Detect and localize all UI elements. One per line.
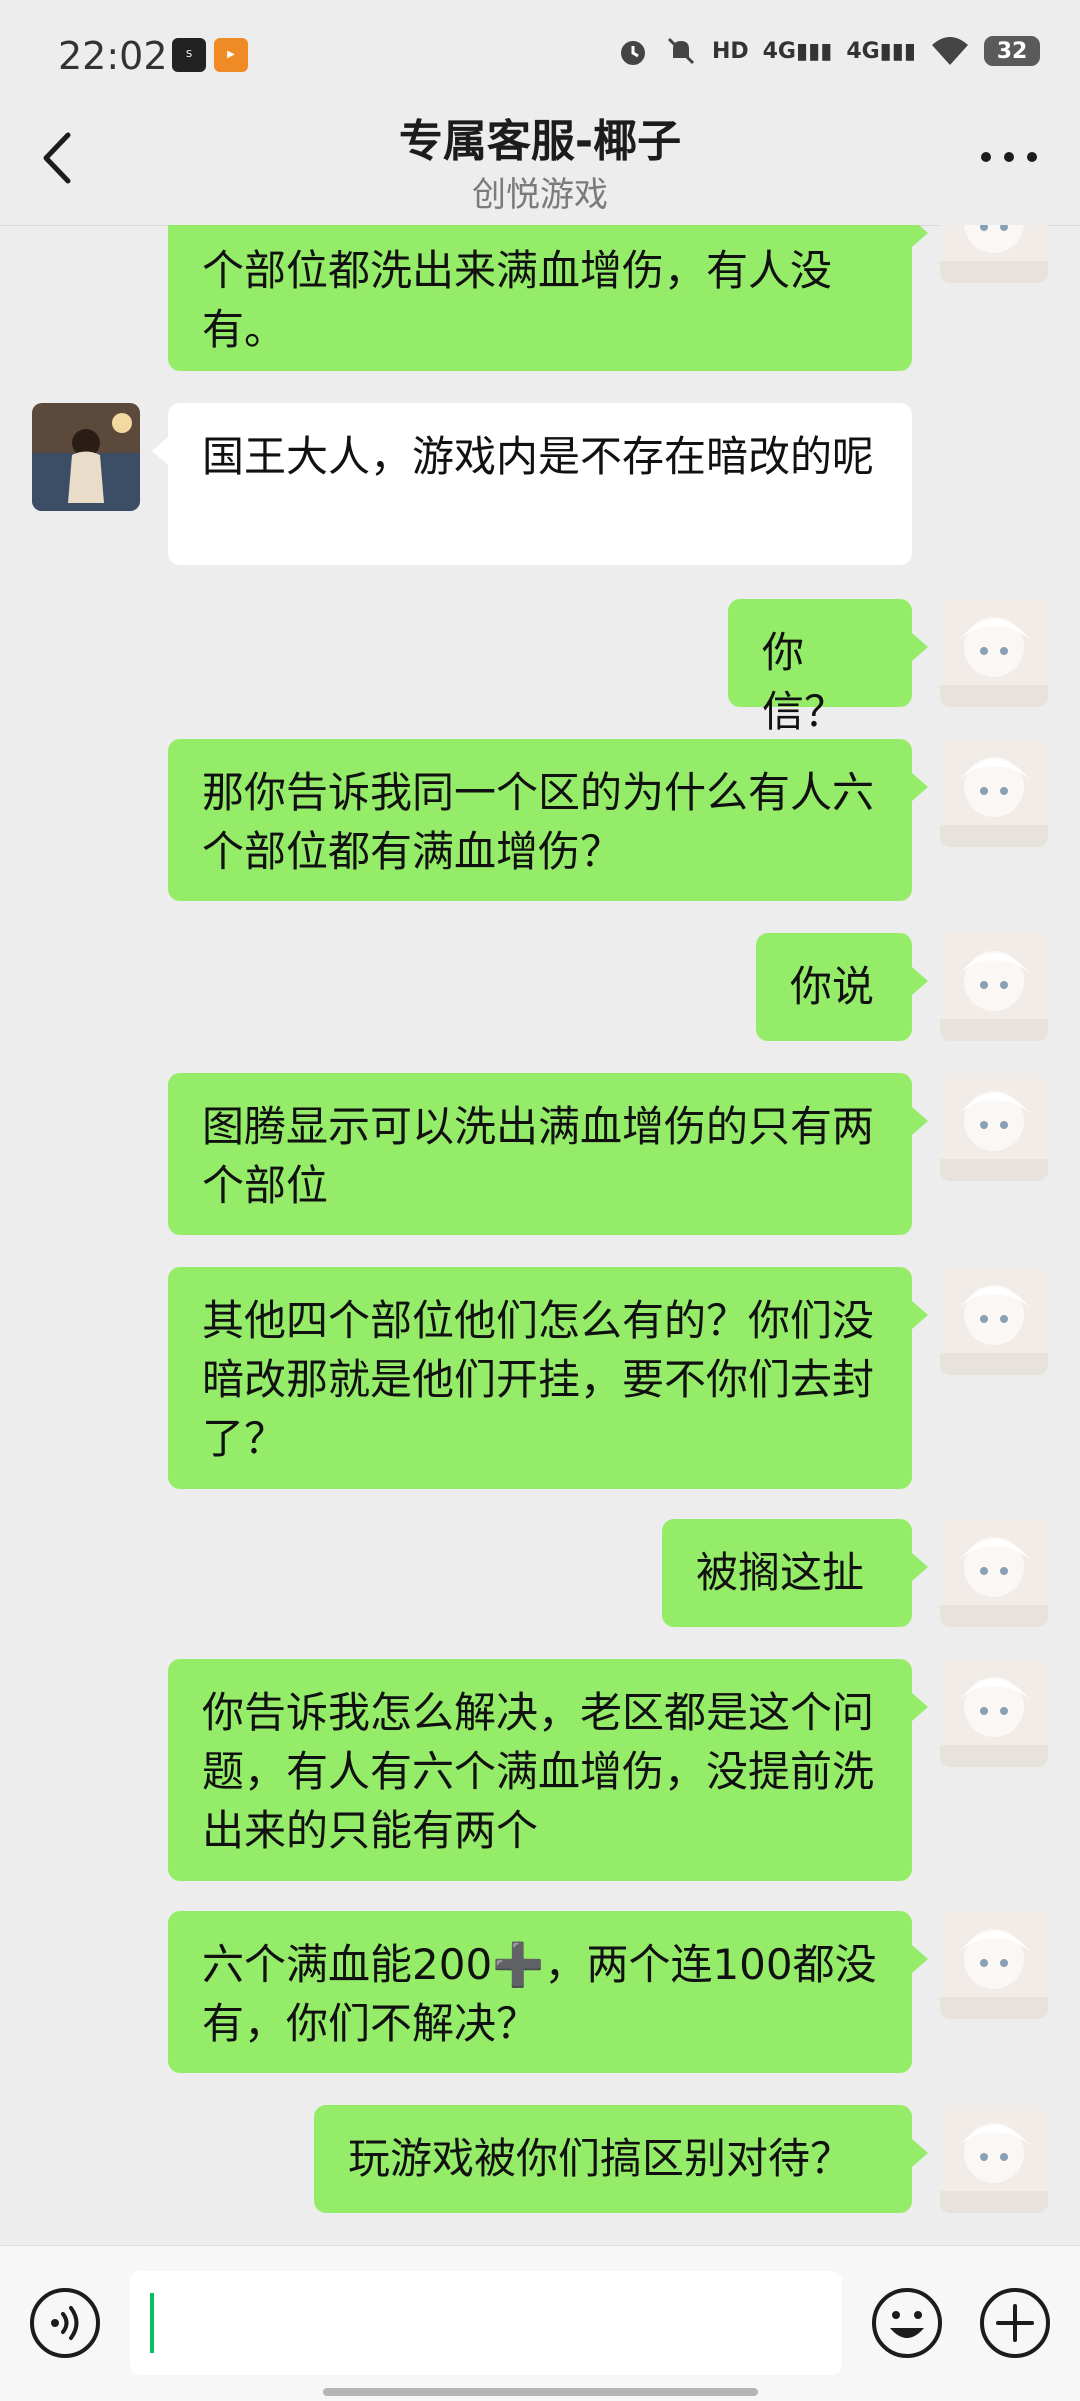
message-list[interactable]: 个部位都洗出来满血增伤，有人没有。 国王大人，游戏内是不存在暗改的呢 你信？ 那…: [0, 225, 1080, 2245]
contact-avatar[interactable]: [32, 403, 140, 511]
more-options-icon[interactable]: [974, 135, 1044, 179]
avatar-image: [940, 599, 1048, 707]
chat-title: 专属客服-椰子: [398, 116, 682, 167]
avatar-image: [940, 1073, 1048, 1181]
video-app-icon: ▶: [214, 38, 248, 72]
message-bubble[interactable]: 个部位都洗出来满血增伤，有人没有。: [168, 225, 928, 371]
message-bubble[interactable]: 你说: [756, 933, 928, 1041]
message-bubble[interactable]: 你信？: [728, 599, 928, 736]
message-bubble[interactable]: 六个满血能200➕，两个连100都没有，你们不解决？: [168, 1911, 928, 2073]
message-bubble[interactable]: 图腾显示可以洗出满血增伤的只有两个部位: [168, 1073, 928, 1235]
message-text: 六个满血能200➕，两个连100都没有，你们不解决？: [202, 1940, 877, 2048]
more-functions-plus-icon[interactable]: [978, 2286, 1052, 2360]
message-text: 个部位都洗出来满血增伤，有人没有。: [202, 246, 833, 354]
avatar-image: [940, 225, 1048, 283]
chat-header: 专属客服-椰子 创悦游戏: [0, 95, 1080, 226]
message-text: 你告诉我怎么解决，老区都是这个问题，有人有六个满血增伤，没提前洗出来的只能有两个: [202, 1688, 875, 1855]
my-avatar[interactable]: [940, 2105, 1048, 2213]
message-bubble[interactable]: 国王大人，游戏内是不存在暗改的呢: [152, 403, 912, 565]
text-cursor: [150, 2293, 154, 2353]
emoji-icon[interactable]: [870, 2286, 944, 2360]
my-avatar[interactable]: [940, 739, 1048, 847]
my-avatar[interactable]: [940, 933, 1048, 1041]
my-avatar[interactable]: [940, 225, 1048, 283]
message-bubble[interactable]: 那你告诉我同一个区的为什么有人六个部位都有满血增伤？: [168, 739, 928, 901]
input-bar: [0, 2245, 1080, 2401]
battery-icon: 32: [984, 36, 1040, 66]
message-bubble[interactable]: 你告诉我怎么解决，老区都是这个问题，有人有六个满血增伤，没提前洗出来的只能有两个: [168, 1659, 928, 1881]
hd-icon: HD: [711, 38, 749, 64]
avatar-image: [940, 2105, 1048, 2213]
voice-input-icon[interactable]: [28, 2286, 102, 2360]
message-text: 图腾显示可以洗出满血增伤的只有两个部位: [202, 1102, 875, 1210]
message-bubble[interactable]: 其他四个部位他们怎么有的？你们没暗改那就是他们开挂，要不你们去封了？: [168, 1267, 928, 1489]
message-text: 其他四个部位他们怎么有的？你们没暗改那就是他们开挂，要不你们去封了？: [202, 1296, 875, 1463]
avatar-image: [940, 1659, 1048, 1767]
alarm-icon: [620, 41, 645, 65]
my-avatar[interactable]: [940, 1911, 1048, 2019]
my-avatar[interactable]: [940, 599, 1048, 707]
home-indicator[interactable]: [323, 2388, 758, 2396]
status-icons: HD 4G▮▮▮ 4G▮▮▮ 32: [616, 34, 1040, 68]
avatar-image: [940, 739, 1048, 847]
message-input[interactable]: [130, 2271, 842, 2375]
my-avatar[interactable]: [940, 1073, 1048, 1181]
message-text: 国王大人，游戏内是不存在暗改的呢: [202, 432, 875, 481]
avatar-image: [940, 933, 1048, 1041]
wifi-icon: [932, 37, 968, 65]
avatar-image: [940, 1519, 1048, 1627]
avatar-image: [940, 1267, 1048, 1375]
avatar-image: [940, 1911, 1048, 2019]
chat-subtitle: 创悦游戏: [472, 175, 608, 215]
signal-4g-icon-1: 4G▮▮▮: [762, 38, 833, 64]
my-avatar[interactable]: [940, 1659, 1048, 1767]
message-bubble[interactable]: 玩游戏被你们搞区别对待？: [314, 2105, 928, 2213]
message-text: 你说: [790, 962, 875, 1011]
avatar-image: [32, 403, 140, 511]
soul-app-icon: S: [172, 38, 206, 72]
message-text: 你信？: [762, 628, 847, 736]
message-bubble[interactable]: 被搁这扯: [662, 1519, 928, 1627]
signal-4g-icon-2: 4G▮▮▮: [846, 38, 916, 64]
my-avatar[interactable]: [940, 1519, 1048, 1627]
message-text: 那你告诉我同一个区的为什么有人六个部位都有满血增伤？: [202, 768, 875, 876]
message-text: 玩游戏被你们搞区别对待？: [348, 2134, 853, 2183]
message-text: 被搁这扯: [696, 1548, 865, 1597]
mute-icon: [667, 37, 694, 65]
status-time: 22:02: [58, 34, 168, 78]
my-avatar[interactable]: [940, 1267, 1048, 1375]
